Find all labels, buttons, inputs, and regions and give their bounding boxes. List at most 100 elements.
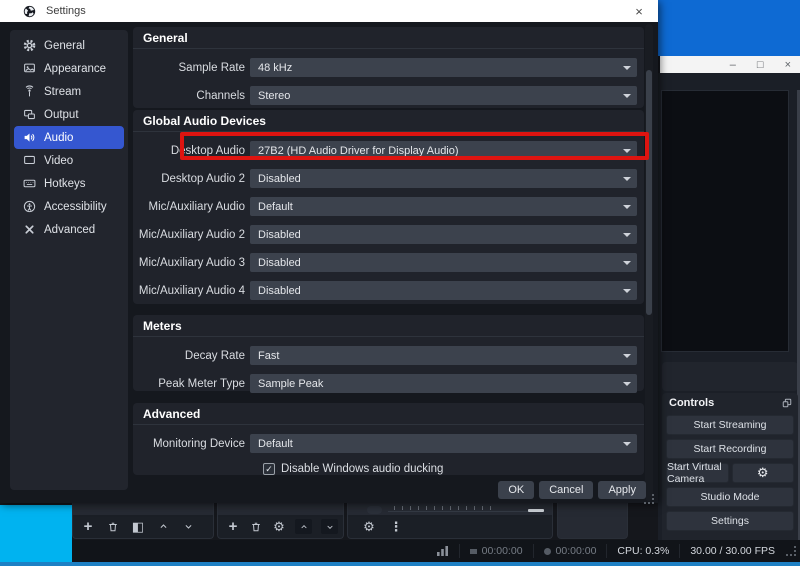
accessibility-person-icon	[23, 200, 36, 213]
desktop-wallpaper-blue	[658, 0, 800, 56]
section-general: General Sample Rate 48 kHz Channels Ster…	[133, 27, 644, 108]
cpu-usage: CPU: 0.3%	[606, 544, 679, 558]
virtual-camera-config-gear-icon[interactable]: ⚙	[732, 463, 795, 483]
chevron-down-icon	[623, 149, 631, 153]
move-up-chevron-icon[interactable]	[156, 520, 170, 534]
record-timer: 00:00:00	[533, 544, 607, 558]
ok-button[interactable]: OK	[498, 481, 534, 499]
sidebar-item-appearance[interactable]: Appearance	[14, 57, 124, 80]
minimize-icon[interactable]: –	[730, 59, 736, 71]
sidebar-item-accessibility[interactable]: Accessibility	[14, 195, 124, 218]
mic-aux-audio-3-select[interactable]: Disabled	[250, 253, 637, 272]
add-source-icon[interactable]: +	[81, 520, 95, 534]
sources-dock: + ◧	[72, 503, 214, 539]
desktop-audio-2-select[interactable]: Disabled	[250, 169, 637, 188]
scene-up-chevron-icon[interactable]	[295, 519, 312, 534]
scrollbar-thumb[interactable]	[646, 70, 652, 315]
maximize-icon[interactable]: □	[757, 59, 764, 71]
apply-button[interactable]: Apply	[598, 481, 646, 499]
dialog-resize-grip[interactable]	[643, 493, 655, 505]
controls-dock-title: Controls	[669, 397, 714, 409]
popout-icon[interactable]	[782, 398, 792, 408]
chevron-down-icon	[623, 205, 631, 209]
disable-audio-ducking-checkbox[interactable]: ✓	[263, 463, 275, 475]
section-title: General	[133, 27, 644, 49]
speaker-icon	[23, 131, 36, 144]
start-recording-button[interactable]: Start Recording	[666, 439, 794, 459]
sidebar-item-audio[interactable]: Audio	[14, 126, 124, 149]
close-icon[interactable]: ×	[785, 59, 791, 71]
antenna-icon	[23, 85, 36, 98]
sidebar-item-video[interactable]: Video	[14, 149, 124, 172]
settings-button[interactable]: Settings	[666, 511, 794, 531]
section-global-audio-devices: Global Audio Devices Desktop Audio 27B2 …	[133, 110, 644, 304]
section-title: Meters	[133, 315, 644, 337]
keyboard-icon	[23, 177, 36, 190]
mic-aux-audio-4-select[interactable]: Disabled	[250, 281, 637, 300]
mic-aux-audio-2-select[interactable]: Disabled	[250, 225, 637, 244]
advanced-audio-properties-gear-icon[interactable]: ⚙	[362, 520, 376, 534]
gear-icon	[23, 39, 36, 52]
start-virtual-camera-button[interactable]: Start Virtual Camera	[666, 463, 729, 483]
settings-scrollbar	[645, 24, 653, 501]
add-scene-icon[interactable]: +	[226, 520, 240, 534]
sidebar-item-advanced[interactable]: Advanced	[14, 218, 124, 241]
crossed-tools-icon	[23, 223, 36, 236]
mixer-kebab-menu-icon[interactable]: ⋮	[389, 520, 403, 534]
remove-scene-trash-icon[interactable]	[249, 520, 263, 534]
stream-timer-icon	[470, 549, 477, 554]
dialog-footer: OK Cancel Apply	[498, 481, 646, 499]
desktop-audio-select[interactable]: 27B2 (HD Audio Driver for Display Audio)	[250, 141, 637, 160]
sample-rate-select[interactable]: 48 kHz	[250, 58, 637, 77]
close-icon[interactable]: ×	[624, 0, 654, 22]
move-down-chevron-icon[interactable]	[181, 520, 195, 534]
sidebar-item-hotkeys[interactable]: Hotkeys	[14, 172, 124, 195]
output-screens-icon	[23, 108, 36, 121]
chevron-down-icon	[623, 382, 631, 386]
settings-window-title: Settings	[46, 5, 86, 17]
stream-timer: 00:00:00	[459, 544, 533, 558]
desktop-wallpaper-cyan	[0, 505, 72, 566]
checkbox-label: Disable Windows audio ducking	[281, 463, 443, 475]
empty-dock	[557, 503, 628, 539]
source-properties-icon[interactable]: ◧	[131, 520, 145, 534]
scene-gear-icon[interactable]: ⚙	[272, 520, 286, 534]
fps-indicator: 30.00 / 30.00 FPS	[679, 544, 785, 558]
taskbar-strip	[0, 562, 800, 566]
volume-slider-track[interactable]	[388, 511, 543, 512]
mic-aux-audio-select[interactable]: Default	[250, 197, 637, 216]
decay-rate-select[interactable]: Fast	[250, 346, 637, 365]
controls-dock: Controls Start Streaming Start Recording…	[662, 393, 798, 540]
scene-down-chevron-icon[interactable]	[321, 519, 338, 534]
remove-source-trash-icon[interactable]	[106, 520, 120, 534]
check-icon: ✓	[265, 464, 273, 475]
chevron-down-icon	[623, 177, 631, 181]
chevron-down-icon	[623, 66, 631, 70]
studio-mode-button[interactable]: Studio Mode	[666, 487, 794, 507]
connection-signal-icon	[427, 544, 459, 558]
obs-logo-icon	[23, 5, 36, 18]
volume-slider-handle[interactable]	[528, 509, 544, 512]
start-streaming-button[interactable]: Start Streaming	[666, 415, 794, 435]
sidebar-item-stream[interactable]: Stream	[14, 80, 124, 103]
peak-meter-type-select[interactable]: Sample Peak	[250, 374, 637, 393]
channels-select[interactable]: Stereo	[250, 86, 637, 105]
preview-canvas	[661, 90, 789, 352]
mixer-meter	[367, 506, 382, 514]
settings-sidebar: General Appearance Stream Output	[10, 30, 128, 490]
mixer-db-scale-ticks	[394, 506, 491, 510]
section-meters: Meters Decay Rate Fast Peak Meter Type S…	[133, 315, 644, 391]
settings-titlebar: Settings ×	[0, 0, 658, 22]
main-window-titlebar: – □ ×	[660, 56, 800, 73]
monitor-icon	[23, 154, 36, 167]
sidebar-item-general[interactable]: General	[14, 34, 124, 57]
chevron-down-icon	[623, 354, 631, 358]
window-resize-grip[interactable]	[785, 545, 797, 557]
obs-screen: – □ × Controls Start Streaming Start Rec…	[0, 0, 800, 566]
cancel-button[interactable]: Cancel	[539, 481, 593, 499]
scenes-dock: + ⚙	[217, 503, 344, 539]
section-advanced: Advanced Monitoring Device Default ✓ Dis…	[133, 403, 644, 475]
sidebar-item-output[interactable]: Output	[14, 103, 124, 126]
audio-mixer-dock: ⚙ ⋮	[347, 503, 553, 539]
monitoring-device-select[interactable]: Default	[250, 434, 637, 453]
